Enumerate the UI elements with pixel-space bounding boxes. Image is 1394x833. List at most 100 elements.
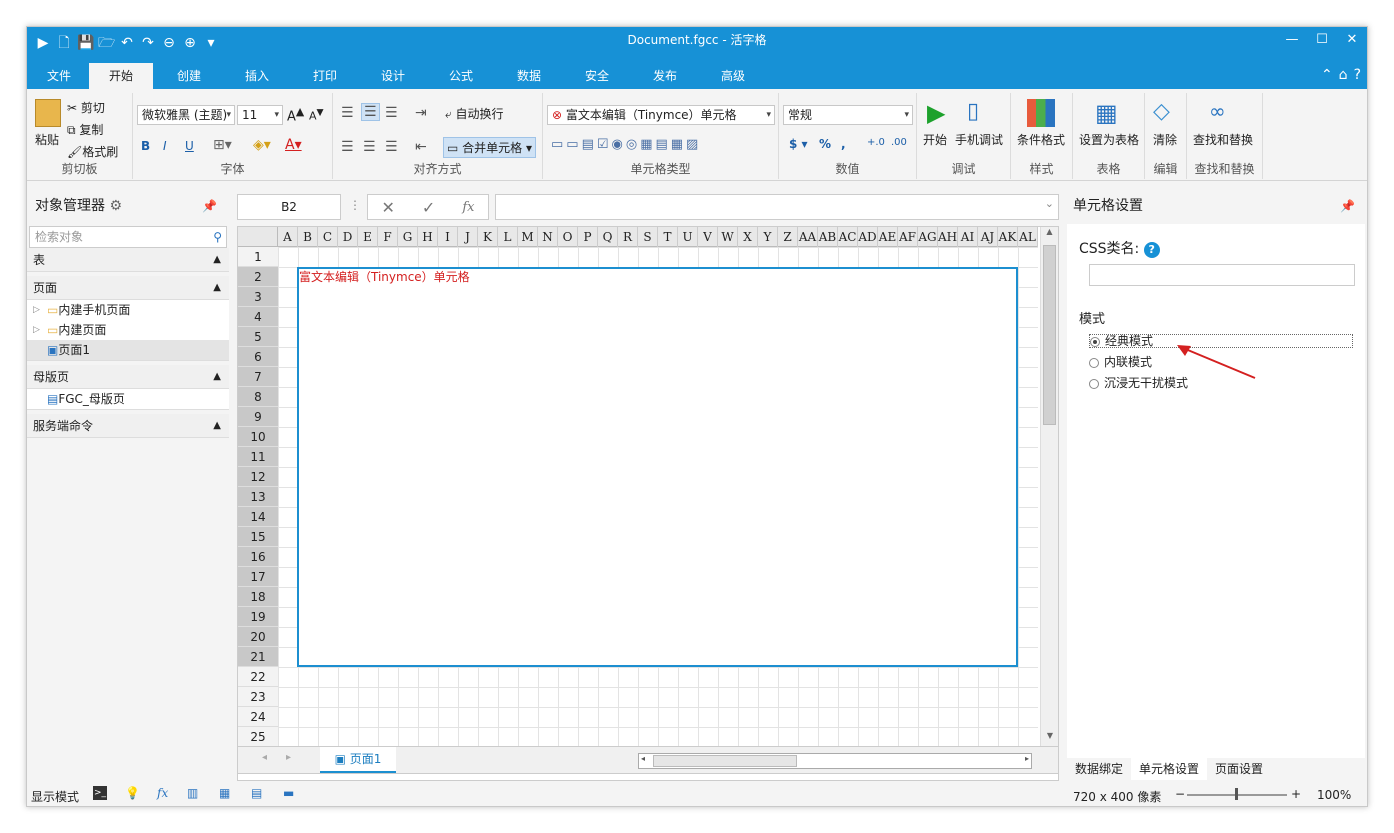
tab-create[interactable]: 创建 bbox=[157, 63, 221, 89]
column-header[interactable]: K bbox=[478, 227, 498, 247]
mobile-icon[interactable]: ▯ bbox=[967, 99, 979, 124]
align-left-icon[interactable]: ☰ bbox=[341, 139, 354, 155]
function-button[interactable]: fx bbox=[462, 200, 474, 215]
help-icon[interactable]: ? bbox=[1143, 242, 1160, 258]
clear-button[interactable]: 清除 bbox=[1153, 131, 1177, 148]
tab-data-binding[interactable]: 数据绑定 bbox=[1067, 758, 1131, 780]
tree-item-page1[interactable]: ▣页面1 bbox=[27, 340, 229, 360]
css-class-input[interactable] bbox=[1089, 264, 1355, 286]
tree-item-builtin-pages[interactable]: ▷ ▭内建页面 bbox=[27, 320, 229, 340]
column-header[interactable]: AJ bbox=[978, 227, 998, 247]
zoom-out-icon[interactable]: − bbox=[1175, 787, 1185, 801]
tab-advanced[interactable]: 高级 bbox=[701, 63, 765, 89]
find-replace-button[interactable]: 查找和替换 bbox=[1193, 131, 1253, 148]
tree-item-master[interactable]: ▤FGC_母版页 bbox=[27, 389, 229, 409]
tab-prev-icon[interactable]: ◂ bbox=[262, 752, 267, 763]
expand-icon[interactable]: ▷ bbox=[33, 300, 40, 320]
column-header[interactable]: N bbox=[538, 227, 558, 247]
row-header[interactable]: 2 bbox=[238, 267, 278, 287]
tab-insert[interactable]: 插入 bbox=[225, 63, 289, 89]
wrap-text-button[interactable]: ⤶ 自动换行 bbox=[445, 105, 504, 122]
number-format-select[interactable]: 常规 bbox=[783, 105, 913, 125]
pin-icon[interactable]: 📌 bbox=[1340, 190, 1355, 222]
merge-cells-button[interactable]: ▭ 合并单元格 ▾ bbox=[443, 137, 537, 158]
tab-data[interactable]: 数据 bbox=[497, 63, 561, 89]
row-header[interactable]: 10 bbox=[238, 427, 278, 447]
column-header[interactable]: G bbox=[398, 227, 418, 247]
column-header[interactable]: AB bbox=[818, 227, 838, 247]
spreadsheet[interactable]: A B C D E F G H I J K L M N O P Q R S T U V W X Y Z AA AB AC AD AE AF AG… bbox=[237, 226, 1059, 781]
zoom-slider-thumb[interactable] bbox=[1235, 788, 1238, 800]
formula-input[interactable]: ⌄ bbox=[495, 194, 1059, 220]
indent-icon[interactable]: ⇥ bbox=[415, 105, 427, 121]
row-header[interactable]: 20 bbox=[238, 627, 278, 647]
column-header[interactable]: AA bbox=[798, 227, 818, 247]
scroll-left-icon[interactable]: ◂ bbox=[641, 754, 645, 763]
column-header[interactable]: Y bbox=[758, 227, 778, 247]
column-header[interactable]: Q bbox=[598, 227, 618, 247]
row-header[interactable]: 14 bbox=[238, 507, 278, 527]
align-middle-icon[interactable]: ☰ bbox=[361, 103, 380, 121]
border-icon[interactable]: ⊞▾ bbox=[213, 137, 232, 153]
console-icon[interactable]: >_ bbox=[93, 786, 107, 800]
scroll-thumb[interactable] bbox=[1043, 245, 1056, 425]
row-header[interactable]: 13 bbox=[238, 487, 278, 507]
tab-design[interactable]: 设计 bbox=[361, 63, 425, 89]
format-painter-button[interactable]: 🖌格式刷 bbox=[67, 143, 118, 160]
column-header[interactable]: AD bbox=[858, 227, 878, 247]
align-center-icon[interactable]: ☰ bbox=[363, 139, 376, 155]
grow-font-icon[interactable]: A▲ bbox=[287, 105, 304, 124]
column-header[interactable]: D bbox=[338, 227, 358, 247]
section-server[interactable]: 服务端命令 ▲ bbox=[27, 414, 229, 438]
align-top-icon[interactable]: ☰ bbox=[341, 105, 354, 121]
paste-button[interactable]: 粘贴 bbox=[35, 131, 59, 148]
hscroll-thumb[interactable] bbox=[653, 755, 797, 767]
row-header[interactable]: 15 bbox=[238, 527, 278, 547]
underline-button[interactable]: U bbox=[185, 139, 194, 153]
minimize-icon[interactable]: — bbox=[1283, 31, 1301, 49]
column-header[interactable]: T bbox=[658, 227, 678, 247]
column-header[interactable]: Z bbox=[778, 227, 798, 247]
scroll-up-icon[interactable]: ▲ bbox=[1041, 227, 1058, 243]
row-header[interactable]: 4 bbox=[238, 307, 278, 327]
shrink-font-icon[interactable]: A▼ bbox=[309, 107, 324, 123]
column-header[interactable]: A bbox=[278, 227, 298, 247]
row-header[interactable]: 5 bbox=[238, 327, 278, 347]
tab-formula[interactable]: 公式 bbox=[429, 63, 493, 89]
tree-item-mobile-pages[interactable]: ▷ ▭内建手机页面 bbox=[27, 300, 229, 320]
section-table[interactable]: 表 ▲ bbox=[27, 248, 229, 272]
column-header[interactable]: AL bbox=[1018, 227, 1038, 247]
copy-button[interactable]: ⧉ 复制 bbox=[67, 121, 103, 138]
tab-print[interactable]: 打印 bbox=[293, 63, 357, 89]
row-header[interactable]: 21 bbox=[238, 647, 278, 667]
row-header[interactable]: 1 bbox=[238, 247, 278, 267]
celltype-icons-row[interactable]: ▭▭▤☑◉◎▦▤▦▨ bbox=[551, 137, 701, 152]
column-header[interactable]: W bbox=[718, 227, 738, 247]
home-icon[interactable]: ⌂ bbox=[1339, 67, 1348, 83]
maximize-icon[interactable]: ☐ bbox=[1313, 31, 1331, 49]
tab-file[interactable]: 文件 bbox=[27, 63, 91, 89]
pin-icon[interactable]: 📌 bbox=[202, 190, 217, 222]
percent-button[interactable]: % bbox=[819, 137, 831, 151]
row-header[interactable]: 3 bbox=[238, 287, 278, 307]
set-as-table-button[interactable]: 设置为表格 bbox=[1079, 131, 1139, 148]
italic-button[interactable]: I bbox=[163, 139, 167, 153]
tab-security[interactable]: 安全 bbox=[565, 63, 629, 89]
row-header[interactable]: 7 bbox=[238, 367, 278, 387]
column-header[interactable]: AE bbox=[878, 227, 898, 247]
layers-icon[interactable]: ▤ bbox=[251, 786, 262, 800]
column-header[interactable]: AG bbox=[918, 227, 938, 247]
tab-page-settings[interactable]: 页面设置 bbox=[1207, 758, 1271, 780]
play-icon[interactable]: ▶ bbox=[927, 99, 945, 127]
row-header[interactable]: 22 bbox=[238, 667, 278, 687]
chart-icon[interactable]: ▥ bbox=[187, 786, 198, 800]
vertical-scrollbar[interactable]: ▲ ▼ bbox=[1040, 227, 1058, 747]
section-page[interactable]: 页面 ▲ bbox=[27, 276, 229, 300]
tab-publish[interactable]: 发布 bbox=[633, 63, 697, 89]
conditional-format-button[interactable]: 条件格式 bbox=[1017, 131, 1065, 148]
outdent-icon[interactable]: ⇤ bbox=[415, 139, 427, 155]
row-header[interactable]: 17 bbox=[238, 567, 278, 587]
column-header[interactable]: F bbox=[378, 227, 398, 247]
column-header[interactable]: X bbox=[738, 227, 758, 247]
column-header[interactable]: I bbox=[438, 227, 458, 247]
